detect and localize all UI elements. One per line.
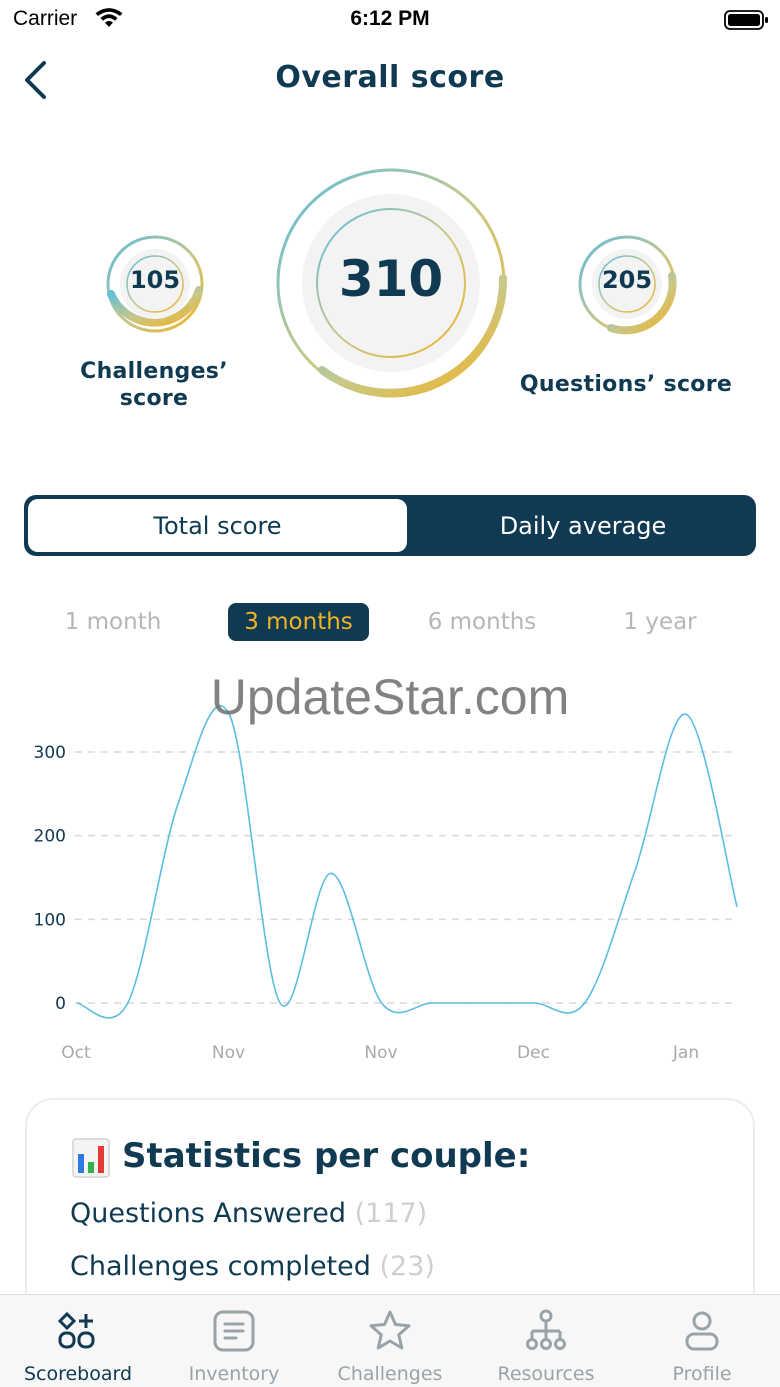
questions-answered-label: Questions Answered — [70, 1198, 347, 1229]
y-tick-label: 300 — [34, 743, 66, 763]
daily-average-tab[interactable]: Daily average — [414, 499, 752, 552]
y-tick-label: 100 — [34, 910, 66, 930]
tab-bar: Scoreboard Inventory Challenges Resource… — [0, 1294, 780, 1387]
status-bar: Carrier 6:12 PM — [0, 0, 780, 44]
total-score-tab[interactable]: Total score — [28, 499, 407, 552]
range-3-months[interactable]: 3 months — [228, 603, 369, 641]
tab-scoreboard-label: Scoreboard — [23, 1363, 133, 1385]
questions-score-label: Questions’ score — [519, 372, 733, 397]
tab-inventory[interactable]: Inventory — [156, 1295, 312, 1387]
challenges-score-value: 105 — [129, 266, 181, 294]
y-tick-label: 0 — [55, 994, 66, 1014]
clock: 6:12 PM — [350, 7, 430, 30]
questions-answered-row: Questions Answered (117) — [70, 1198, 427, 1229]
tab-resources-label: Resources — [497, 1363, 595, 1385]
x-tick-label: Oct — [61, 1043, 91, 1063]
y-tick-label: 200 — [34, 827, 66, 847]
score-line-chart: 0 100 200 300 Oct Nov Nov Dec Jan — [34, 705, 738, 1063]
tab-resources[interactable]: Resources — [468, 1295, 624, 1387]
x-tick-label: Jan — [672, 1043, 699, 1063]
tab-challenges-label: Challenges — [337, 1363, 443, 1385]
profile-icon — [685, 1311, 719, 1351]
inventory-icon — [213, 1310, 255, 1352]
tab-inventory-label: Inventory — [188, 1363, 280, 1385]
bar-chart-icon — [72, 1138, 110, 1178]
questions-score-value: 205 — [601, 266, 653, 294]
challenges-completed-count: (23) — [379, 1251, 435, 1282]
score-mode-toggle: Total score Daily average — [24, 495, 756, 556]
watermark: UpdateStar.com — [210, 669, 570, 725]
challenges-completed-row: Challenges completed (23) — [70, 1251, 435, 1282]
x-tick-label: Nov — [212, 1043, 245, 1063]
x-tick-label: Nov — [364, 1043, 397, 1063]
x-tick-label: Dec — [517, 1043, 550, 1063]
page-title: Overall score — [275, 60, 505, 95]
star-icon — [369, 1310, 411, 1350]
statistics-title: Statistics per couple: — [122, 1136, 531, 1176]
range-6-months[interactable]: 6 months — [418, 603, 546, 641]
tab-scoreboard[interactable]: Scoreboard — [0, 1295, 156, 1387]
challenges-completed-label: Challenges completed — [70, 1251, 371, 1282]
overall-score-value: 310 — [338, 250, 444, 308]
challenges-score-label: Challenges’ score — [80, 359, 228, 411]
tab-profile[interactable]: Profile — [624, 1295, 780, 1387]
hierarchy-icon — [526, 1309, 566, 1350]
questions-answered-count: (117) — [354, 1198, 428, 1229]
range-1-year[interactable]: 1 year — [612, 603, 708, 641]
battery-icon — [724, 10, 768, 30]
range-1-month[interactable]: 1 month — [56, 603, 170, 641]
tab-profile-label: Profile — [672, 1363, 732, 1385]
tab-challenges[interactable]: Challenges — [312, 1295, 468, 1387]
scoreboard-icon — [57, 1311, 95, 1349]
